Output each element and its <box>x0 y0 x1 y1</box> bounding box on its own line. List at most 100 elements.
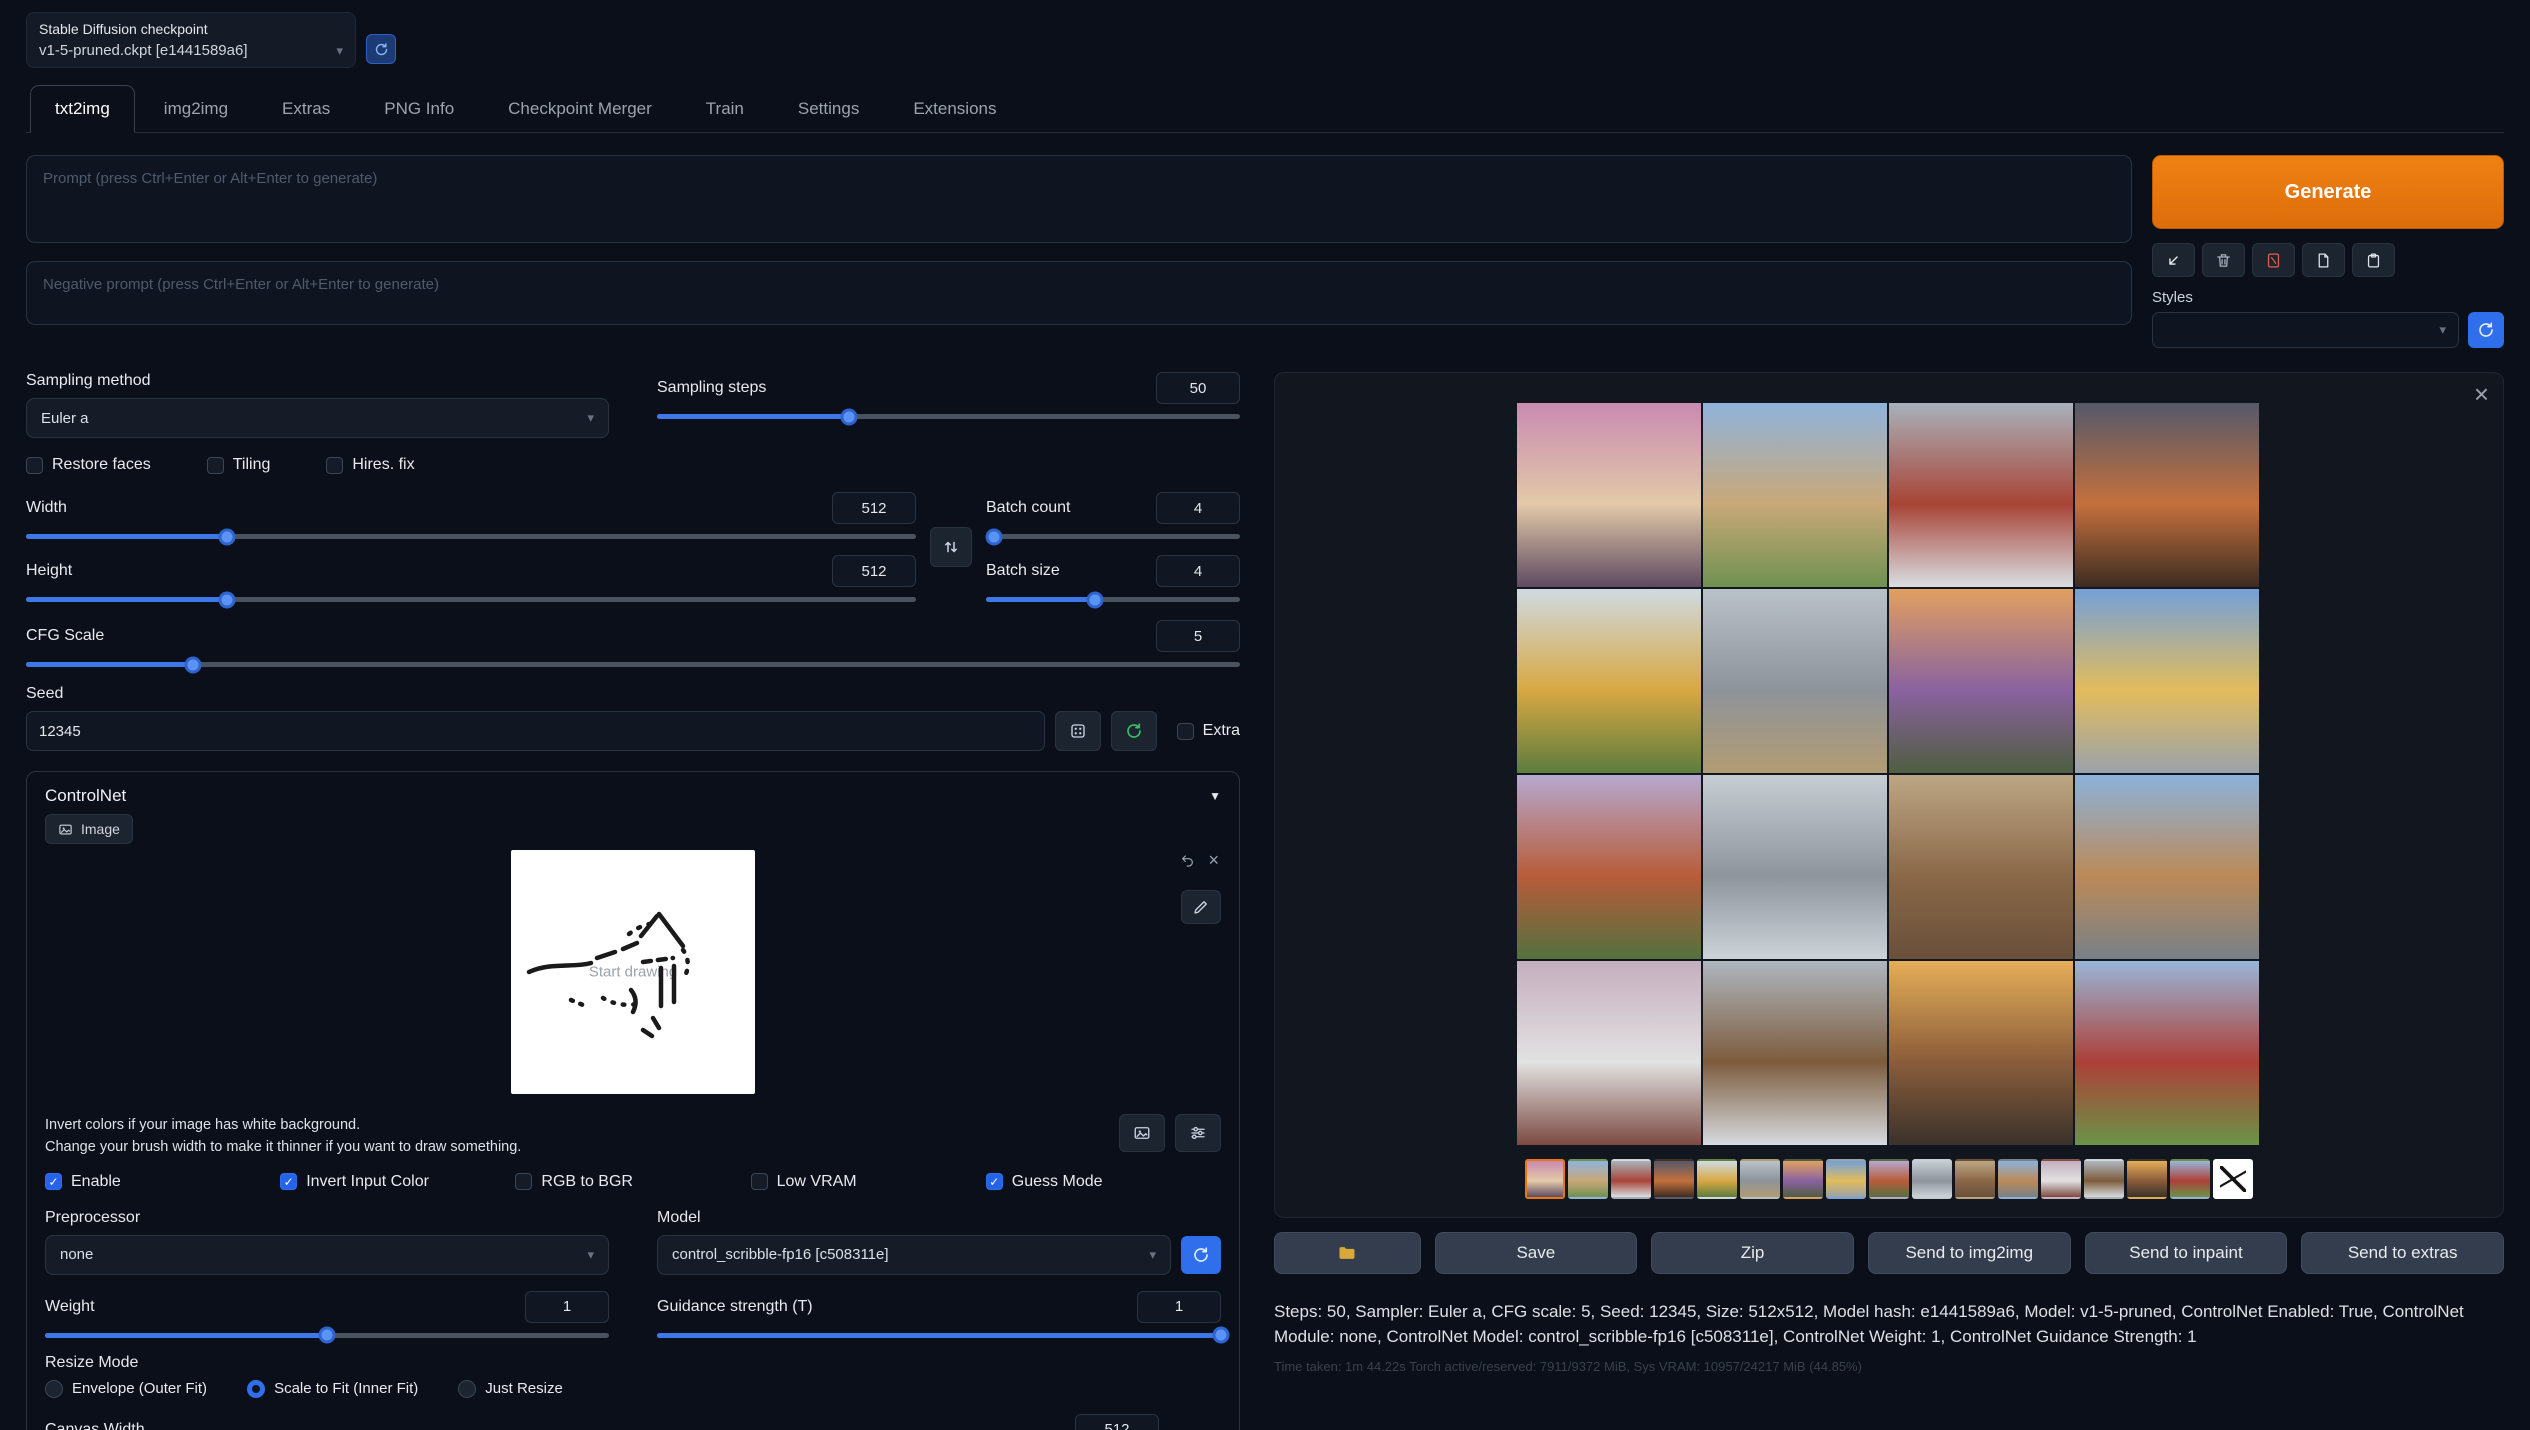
gallery-image-14[interactable] <box>1703 961 1887 1145</box>
open-folder-button[interactable] <box>1274 1232 1421 1274</box>
checkbox-extra[interactable]: Extra <box>1177 722 1240 740</box>
gallery-image-11[interactable] <box>1889 775 2073 959</box>
tab-png-info[interactable]: PNG Info <box>359 85 479 133</box>
thumbnail-7[interactable] <box>1783 1159 1823 1199</box>
new-canvas-button[interactable] <box>1119 1114 1165 1152</box>
close-gallery-button[interactable]: × <box>2474 379 2489 410</box>
negative-prompt-input[interactable] <box>26 261 2132 325</box>
checkbox-restore-faces[interactable]: Restore faces <box>26 456 151 474</box>
random-seed-button[interactable] <box>1055 711 1101 751</box>
batch-size-input[interactable] <box>1156 555 1240 587</box>
height-input[interactable] <box>832 555 916 587</box>
batch-count-slider[interactable] <box>986 534 1240 539</box>
thumbnail-11[interactable] <box>1955 1159 1995 1199</box>
gallery-image-7[interactable] <box>1889 589 2073 773</box>
gallery-image-6[interactable] <box>1703 589 1887 773</box>
slider-handle[interactable] <box>218 528 235 545</box>
gallery-image-8[interactable] <box>2075 589 2259 773</box>
reuse-seed-button[interactable] <box>1111 711 1157 751</box>
batch-size-slider[interactable] <box>986 597 1240 602</box>
radio-scale-to-fit-inner-fit[interactable]: Scale to Fit (Inner Fit) <box>247 1380 418 1398</box>
weight-input[interactable] <box>525 1291 609 1323</box>
checkpoint-select[interactable]: v1-5-pruned.ckpt [e1441589a6] ▾ <box>39 42 343 59</box>
tab-train[interactable]: Train <box>681 85 769 133</box>
styles-refresh-button[interactable] <box>2468 312 2504 348</box>
thumbnail-1[interactable] <box>1525 1159 1565 1199</box>
paste-params-button[interactable] <box>2152 243 2195 277</box>
tab-image[interactable]: Image <box>45 814 133 844</box>
swap-dimensions-button[interactable] <box>930 527 972 567</box>
slider-handle[interactable] <box>185 656 202 673</box>
thumbnail-3[interactable] <box>1611 1159 1651 1199</box>
save-style-button[interactable] <box>2352 243 2395 277</box>
canvas-settings-button[interactable] <box>1175 1114 1221 1152</box>
send-to-img2img-button[interactable]: Send to img2img <box>1868 1232 2071 1274</box>
width-input[interactable] <box>832 492 916 524</box>
gallery-image-1[interactable] <box>1517 403 1701 587</box>
height-slider[interactable] <box>26 597 916 602</box>
tab-checkpoint-merger[interactable]: Checkpoint Merger <box>483 85 677 133</box>
cfg-scale-slider[interactable] <box>26 662 1240 667</box>
checkbox-rgb-to-bgr[interactable]: RGB to BGR <box>515 1173 750 1191</box>
zip-button[interactable]: Zip <box>1651 1232 1854 1274</box>
checkbox-tiling[interactable]: Tiling <box>207 456 271 474</box>
thumbnail-15[interactable] <box>2127 1159 2167 1199</box>
apply-style-button[interactable] <box>2302 243 2345 277</box>
styles-select[interactable]: ▾ <box>2152 312 2459 348</box>
radio-just-resize[interactable]: Just Resize <box>458 1380 563 1398</box>
checkbox-guess-mode[interactable]: ✓Guess Mode <box>986 1173 1221 1191</box>
gallery-image-10[interactable] <box>1703 775 1887 959</box>
tab-extras[interactable]: Extras <box>257 85 355 133</box>
slider-handle[interactable] <box>319 1327 336 1344</box>
gallery-image-12[interactable] <box>2075 775 2259 959</box>
cfg-scale-input[interactable] <box>1156 620 1240 652</box>
slider-handle[interactable] <box>1213 1327 1230 1344</box>
slider-handle[interactable] <box>985 528 1002 545</box>
width-slider[interactable] <box>26 534 916 539</box>
thumbnail-2[interactable] <box>1568 1159 1608 1199</box>
gallery-image-3[interactable] <box>1889 403 2073 587</box>
controlnet-header[interactable]: ControlNet ▼ <box>45 786 1221 806</box>
tab-settings[interactable]: Settings <box>773 85 884 133</box>
send-to-extras-button[interactable]: Send to extras <box>2301 1232 2504 1274</box>
sampling-method-select[interactable]: Euler a ▾ <box>26 398 609 438</box>
tab-img2img[interactable]: img2img <box>139 85 253 133</box>
gallery-image-13[interactable] <box>1517 961 1701 1145</box>
save-button[interactable]: Save <box>1435 1232 1638 1274</box>
thumbnail-16[interactable] <box>2170 1159 2210 1199</box>
controlnet-drawing-canvas[interactable]: Start drawing <box>511 850 755 1094</box>
sampling-steps-slider[interactable] <box>657 414 1240 419</box>
brush-button[interactable] <box>1181 890 1221 924</box>
thumbnail-10[interactable] <box>1912 1159 1952 1199</box>
tab-txt2img[interactable]: txt2img <box>30 85 135 133</box>
checkbox-invert-input-color[interactable]: ✓Invert Input Color <box>280 1173 515 1191</box>
tab-extensions[interactable]: Extensions <box>888 85 1021 133</box>
gallery-image-4[interactable] <box>2075 403 2259 587</box>
thumbnail-9[interactable] <box>1869 1159 1909 1199</box>
gallery-image-5[interactable] <box>1517 589 1701 773</box>
clear-canvas-button[interactable]: × <box>1208 852 1219 868</box>
radio-envelope-outer-fit[interactable]: Envelope (Outer Fit) <box>45 1380 207 1398</box>
guidance-strength-slider[interactable] <box>657 1333 1221 1338</box>
thumbnail-5[interactable] <box>1697 1159 1737 1199</box>
checkbox-enable[interactable]: ✓Enable <box>45 1173 280 1191</box>
thumbnail-4[interactable] <box>1654 1159 1694 1199</box>
gallery-image-2[interactable] <box>1703 403 1887 587</box>
thumbnail-6[interactable] <box>1740 1159 1780 1199</box>
thumbnail-14[interactable] <box>2084 1159 2124 1199</box>
checkpoint-refresh-button[interactable] <box>366 34 396 64</box>
slider-handle[interactable] <box>840 408 857 425</box>
generate-button[interactable]: Generate <box>2152 155 2504 229</box>
thumbnail-8[interactable] <box>1826 1159 1866 1199</box>
weight-slider[interactable] <box>45 1333 609 1338</box>
clear-prompt-button[interactable] <box>2202 243 2245 277</box>
slider-handle[interactable] <box>1086 591 1103 608</box>
batch-count-input[interactable] <box>1156 492 1240 524</box>
gallery-image-15[interactable] <box>1889 961 2073 1145</box>
thumbnail-12[interactable] <box>1998 1159 2038 1199</box>
prompt-input[interactable] <box>26 155 2132 243</box>
checkbox-hires-fix[interactable]: Hires. fix <box>326 456 414 474</box>
extra-networks-button[interactable] <box>2252 243 2295 277</box>
guidance-strength-input[interactable] <box>1137 1291 1221 1323</box>
sampling-steps-input[interactable] <box>1156 372 1240 404</box>
